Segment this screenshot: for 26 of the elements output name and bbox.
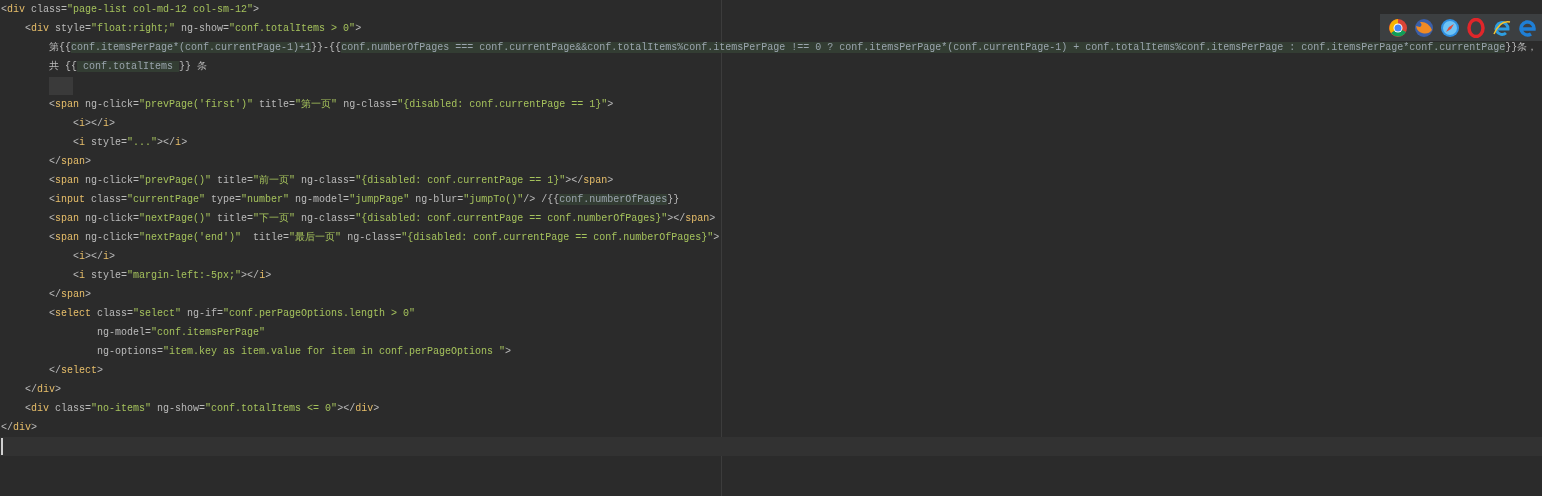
code-line: <input class="currentPage" type="number" ng-model="jumpPage" ng-blur="jumpTo()"/> /{{conf.numberOfPages}} bbox=[48, 192, 680, 207]
code-line: ng-options="item.key as item.value for item in conf.perPageOptions "> bbox=[96, 344, 512, 359]
wheel-icon[interactable] bbox=[1388, 17, 1408, 38]
code-line: <div style="float:right;" ng-show="conf.totalItems > 0"> bbox=[24, 21, 362, 36]
code-line: <div class="no-items" ng-show="conf.totalItems <= 0"></div> bbox=[24, 401, 380, 416]
code-line: </div> bbox=[0, 420, 38, 435]
code-line: <i></i> bbox=[72, 116, 116, 131]
swirl-icon[interactable] bbox=[1518, 17, 1538, 38]
code-line: </select> bbox=[48, 363, 104, 378]
code-line: <span ng-click="prevPage('first')" title="第一页" ng-class="{disabled: conf.currentPage == 1}"> bbox=[48, 97, 614, 112]
code-line: <i></i> bbox=[72, 249, 116, 264]
code-line: </span> bbox=[48, 154, 92, 169]
code-line: <span ng-click="nextPage()" title="下一页" ng-class="{disabled: conf.currentPage == conf.numberOfPages}"></span> bbox=[48, 211, 716, 226]
code-line: </span> bbox=[48, 287, 92, 302]
globe-icon[interactable] bbox=[1414, 17, 1434, 38]
code-line: <div class="page-list col-md-12 col-sm-12"> bbox=[0, 2, 260, 17]
compass-icon[interactable] bbox=[1440, 17, 1460, 38]
code-line: <i style="margin-left:-5px;"></i> bbox=[72, 268, 272, 283]
code-line: <span ng-click="nextPage('end')" title="最后一页" ng-class="{disabled: conf.currentPage == conf.numberOfPages}"> bbox=[48, 230, 720, 245]
code-line: <span ng-click="prevPage()" title="前一页" ng-class="{disabled: conf.currentPage == 1}"></span> bbox=[48, 173, 614, 188]
text-cursor bbox=[1, 438, 3, 455]
code-line: <i style="..."></i> bbox=[72, 135, 188, 150]
code-line: </div> bbox=[24, 382, 62, 397]
code-line: <select class="select" ng-if="conf.perPageOptions.length > 0" bbox=[48, 306, 416, 321]
code-line: 共 {{ conf.totalItems }} 条 bbox=[48, 59, 208, 74]
code-line: ng-model="conf.itemsPerPage" bbox=[96, 325, 266, 340]
